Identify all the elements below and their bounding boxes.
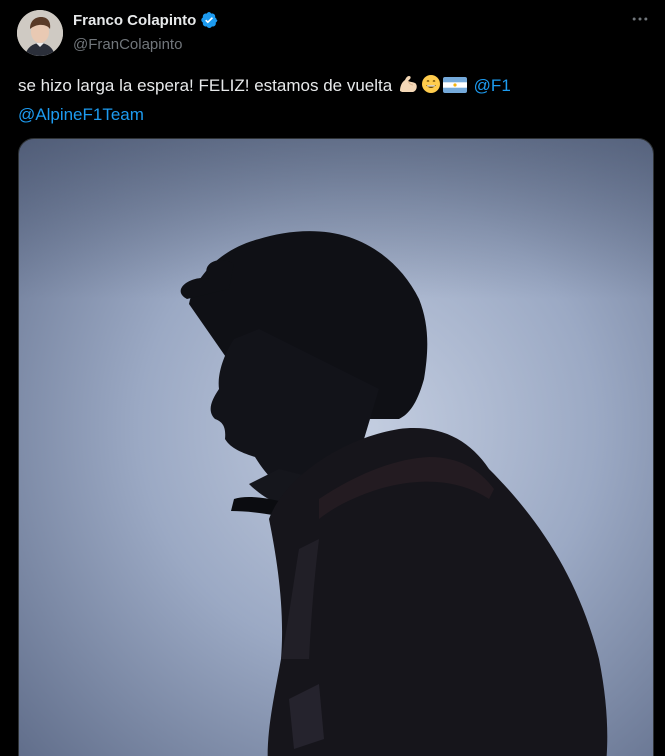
argentina-flag-emoji	[442, 76, 467, 102]
mention-f1-link[interactable]: @F1	[474, 76, 511, 95]
verified-badge-icon	[200, 11, 218, 29]
tweet-media-photo[interactable]	[18, 138, 654, 756]
flexed-biceps-emoji	[397, 74, 419, 102]
author-display-name[interactable]: Franco Colapinto	[73, 12, 196, 29]
silhouette-photo-icon	[19, 139, 653, 756]
mention-alpine-link[interactable]: @AlpineF1Team	[18, 105, 144, 124]
author-handle[interactable]: @FranColapinto	[73, 36, 182, 53]
tweet-body-text: se hizo larga la espera! FELIZ! estamos …	[18, 76, 393, 95]
grinning-face-emoji	[421, 74, 441, 102]
avatar[interactable]	[17, 10, 63, 56]
more-options-icon[interactable]	[629, 8, 651, 30]
author-name-row: Franco Colapinto	[73, 11, 218, 29]
tweet-card[interactable]: Franco Colapinto @FranColapinto se hizo …	[0, 0, 665, 756]
tweet-text: se hizo larga la espera! FELIZ! estamos …	[18, 73, 638, 128]
